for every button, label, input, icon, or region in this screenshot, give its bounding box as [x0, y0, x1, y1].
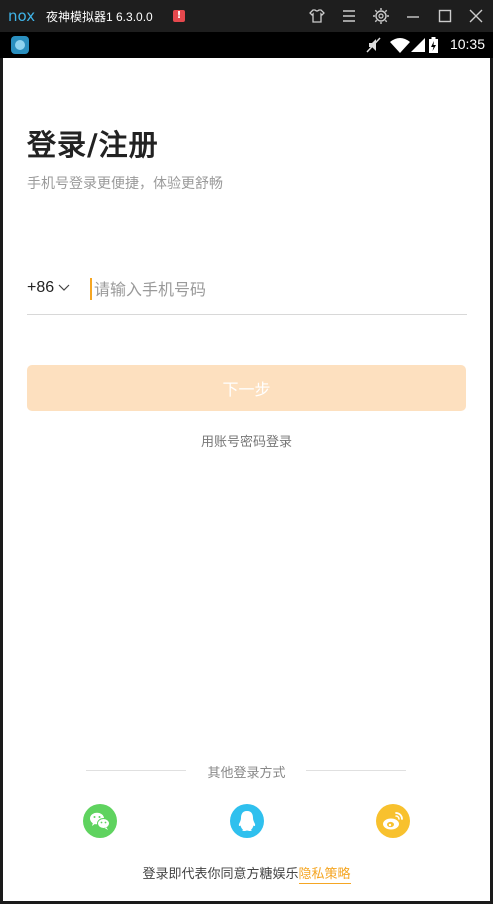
maximize-icon[interactable]: [436, 7, 454, 25]
page-title: 登录/注册: [27, 128, 159, 162]
minimize-icon[interactable]: [404, 7, 422, 25]
nox-logo-icon: nox: [8, 7, 35, 25]
emulator-title-bar: nox 夜神模拟器1 6.3.0.0 !: [0, 0, 493, 32]
wifi-icon: [390, 38, 410, 53]
qq-login-button[interactable]: [230, 804, 264, 838]
wechat-login-button[interactable]: [83, 804, 117, 838]
close-icon[interactable]: [467, 7, 485, 25]
weibo-icon: [376, 804, 410, 838]
menu-icon[interactable]: [340, 7, 358, 25]
other-login-methods-title: 其他登录方式: [207, 766, 286, 781]
qq-icon: [230, 804, 264, 838]
signal-icon: [411, 38, 425, 52]
warning-badge[interactable]: !: [173, 10, 185, 22]
next-step-button[interactable]: 下一步: [27, 365, 466, 411]
phone-input[interactable]: [94, 274, 454, 304]
divider-right: [306, 770, 406, 771]
app-notification-icon: [11, 36, 29, 54]
gear-icon[interactable]: [372, 7, 390, 25]
weibo-login-button[interactable]: [376, 804, 410, 838]
privacy-policy-link[interactable]: 隐私策略: [298, 867, 351, 884]
account-password-login-link[interactable]: 用账号密码登录: [3, 431, 490, 450]
chevron-down-icon[interactable]: [58, 283, 70, 293]
phone-input-row: +86: [27, 270, 467, 315]
login-screen: 登录/注册 手机号登录更便捷，体验更舒畅 +86 下一步 用账号密码登录 其他登…: [3, 58, 490, 901]
status-time: 10:35: [449, 36, 485, 52]
window-title: 夜神模拟器1 6.3.0.0: [46, 10, 153, 24]
svg-text:nox: nox: [8, 7, 35, 25]
text-cursor: [90, 278, 92, 300]
page-subtitle: 手机号登录更便捷，体验更舒畅: [27, 176, 223, 192]
agreement-text: 登录即代表你同意方糖娱乐隐私策略: [3, 863, 490, 884]
battery-charging-icon: [429, 37, 438, 53]
mute-icon: [366, 37, 381, 53]
country-code-selector[interactable]: +86: [27, 279, 54, 297]
agreement-prefix: 登录即代表你同意方糖娱乐: [142, 867, 299, 882]
shirt-icon[interactable]: [308, 7, 326, 25]
wechat-icon: [83, 804, 117, 838]
android-status-bar: 10:35: [0, 32, 493, 58]
